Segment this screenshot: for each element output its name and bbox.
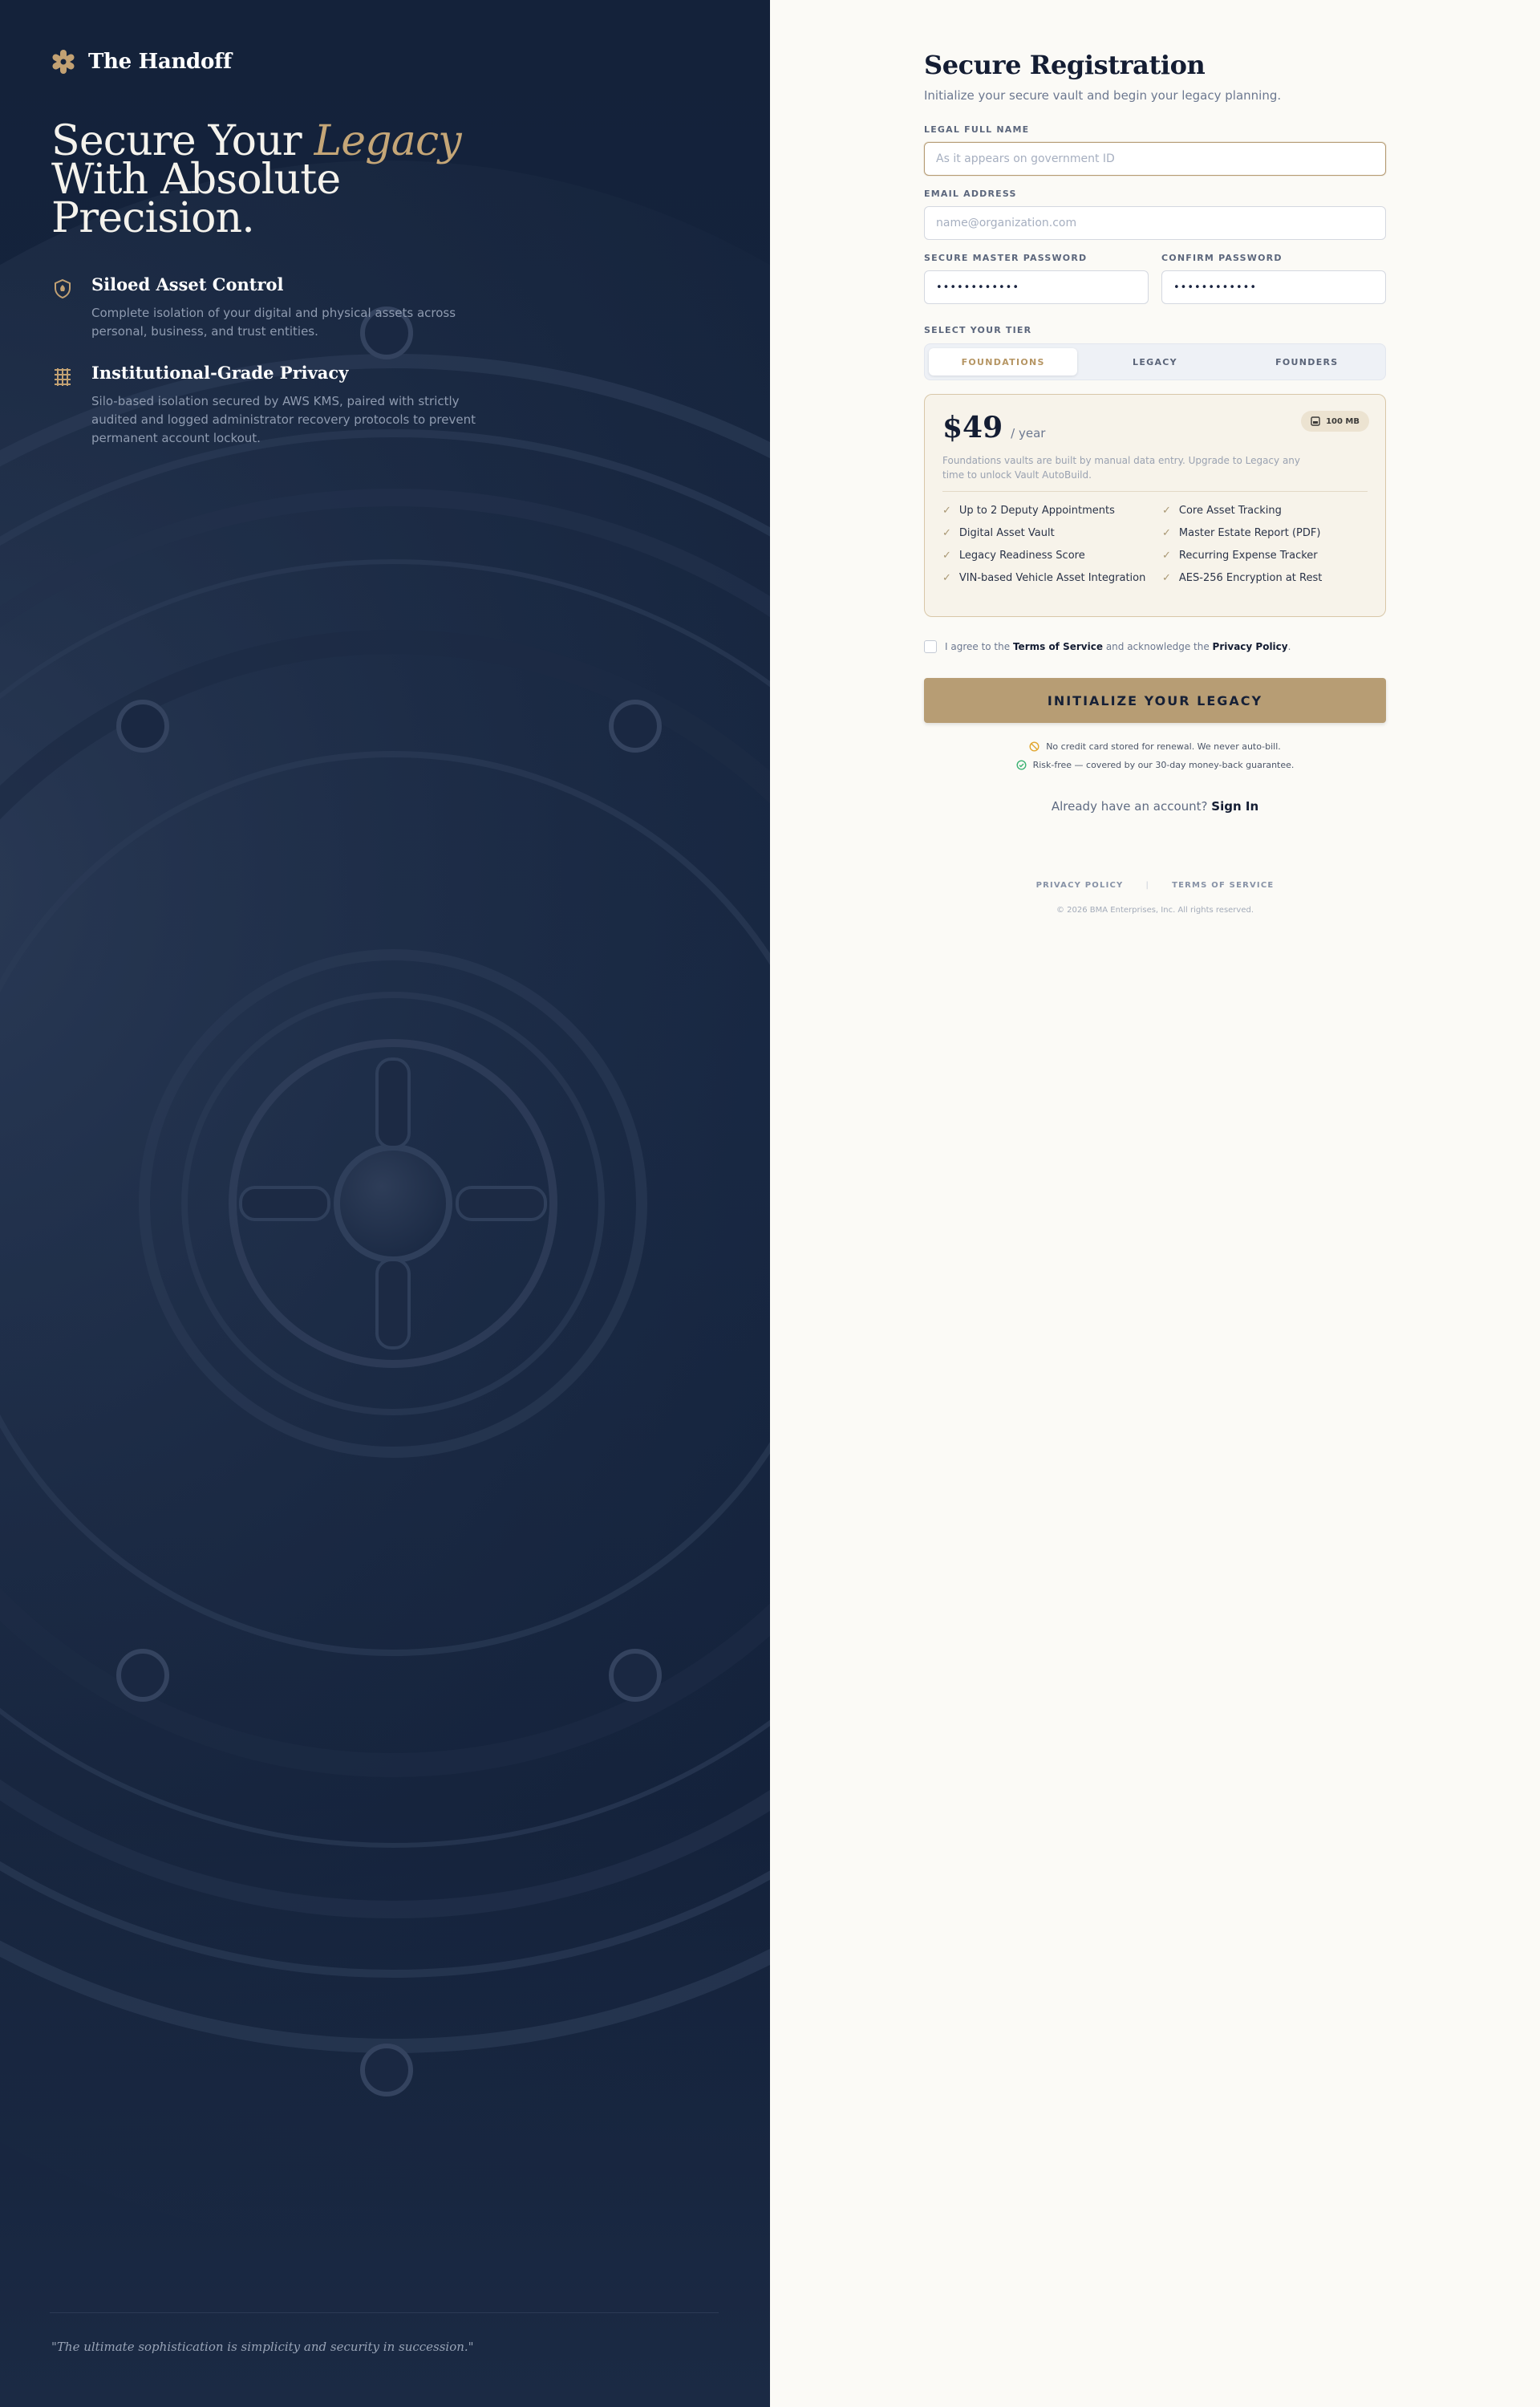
- initialize-legacy-button[interactable]: INITIALIZE YOUR LEGACY: [924, 678, 1386, 723]
- feature-text: Recurring Expense Tracker: [1178, 550, 1318, 562]
- hero-line-3: Precision.: [51, 194, 255, 242]
- storage-icon: [1311, 416, 1320, 426]
- agree-prefix: I agree to the: [945, 641, 1011, 652]
- check-circle-icon: [1016, 760, 1027, 770]
- copyright: © 2026 BMA Enterprises, Inc. All rights …: [1056, 906, 1254, 915]
- tier-selector: FOUNDATIONS LEGACY FOUNDERS: [924, 343, 1386, 380]
- footer-links: PRIVACY POLICY | TERMS OF SERVICE: [924, 881, 1386, 890]
- terms-checkbox[interactable]: [924, 640, 937, 653]
- feature-text: Up to 2 Deputy Appointments: [958, 505, 1115, 517]
- feature-institutional-privacy: Institutional-Grade Privacy Silo-based i…: [51, 363, 500, 448]
- plan-price: $49: [942, 411, 1003, 444]
- confirm-password-group: Confirm Password: [1161, 249, 1386, 304]
- check-icon: ✓: [942, 550, 951, 562]
- check-icon: ✓: [942, 572, 951, 584]
- password-label: Secure Master Password: [924, 253, 1088, 263]
- tier-label: Select Your Tier: [924, 325, 1032, 335]
- shield-icon: [55, 278, 71, 299]
- check-icon: ✓: [942, 527, 951, 539]
- registration-form: Secure Registration Initialize your secu…: [924, 50, 1386, 915]
- password-input[interactable]: [924, 270, 1149, 304]
- no-autobill-note: No credit card stored for renewal. We ne…: [924, 741, 1386, 752]
- feature-text: AES-256 Encryption at Rest: [1178, 572, 1323, 584]
- feature-text: Core Asset Tracking: [1178, 505, 1282, 517]
- plan-card: $49 / year 100 MB Foundations vaults are…: [924, 394, 1386, 617]
- list-item: ✓ AES-256 Encryption at Rest: [1162, 571, 1368, 586]
- page-title: Secure Registration: [924, 50, 1206, 80]
- note-text: Risk-free — covered by our 30-day money-…: [1032, 760, 1295, 770]
- privacy-link[interactable]: Privacy Policy: [1213, 641, 1288, 652]
- guarantee-note: Risk-free — covered by our 30-day money-…: [924, 760, 1386, 770]
- feature-text: Legacy Readiness Score: [958, 550, 1085, 562]
- quote: "The ultimate sophistication is simplici…: [51, 2340, 474, 2354]
- tab-foundations[interactable]: FOUNDATIONS: [929, 348, 1078, 375]
- note-text: No credit card stored for renewal. We ne…: [1046, 741, 1281, 752]
- feature-text: Master Estate Report (PDF): [1178, 527, 1321, 539]
- terms-link[interactable]: Terms of Service: [1013, 641, 1103, 652]
- hero-panel: The Handoff Secure Your Legacy With Abso…: [0, 0, 770, 2407]
- check-icon: ✓: [1162, 550, 1171, 562]
- plan-period: / year: [1011, 426, 1046, 440]
- list-item: ✓ VIN-based Vehicle Asset Integration: [942, 571, 1162, 586]
- list-item: ✓ Master Estate Report (PDF): [1162, 526, 1368, 541]
- legal-name-group: Legal Full Name: [924, 120, 1386, 176]
- divider: [50, 2312, 719, 2313]
- footer-terms-link[interactable]: TERMS OF SERVICE: [1172, 881, 1274, 890]
- list-item: ✓ Legacy Readiness Score: [942, 549, 1162, 563]
- check-icon: ✓: [1162, 505, 1171, 517]
- registration-panel: Secure Registration Initialize your secu…: [770, 0, 1540, 2407]
- check-icon: ✓: [1162, 572, 1171, 584]
- tab-founders[interactable]: FOUNDERS: [1233, 348, 1381, 375]
- footer-separator: |: [1145, 881, 1150, 890]
- agree-text: I agree to the Terms of Service and ackn…: [945, 641, 1291, 652]
- brand-name: The Handoff: [88, 50, 232, 74]
- feature-siloed-asset-control: Siloed Asset Control Complete isolation …: [51, 274, 500, 341]
- storage-amount: 100 MB: [1326, 416, 1360, 426]
- feature-description: Silo-based isolation secured by AWS KMS,…: [91, 394, 476, 445]
- legal-name-label: Legal Full Name: [924, 124, 1030, 135]
- brand-logo[interactable]: The Handoff: [51, 50, 232, 74]
- grid-lock-icon: [55, 368, 71, 386]
- agree-middle: and acknowledge the: [1105, 641, 1210, 652]
- check-icon: ✓: [942, 505, 951, 517]
- list-item: ✓ Core Asset Tracking: [1162, 504, 1368, 518]
- list-item: ✓ Digital Asset Vault: [942, 526, 1162, 541]
- list-item: ✓ Recurring Expense Tracker: [1162, 549, 1368, 563]
- confirm-password-label: Confirm Password: [1161, 253, 1283, 263]
- page-subtitle: Initialize your secure vault and begin y…: [924, 88, 1282, 103]
- signin-link[interactable]: Sign In: [1211, 799, 1258, 814]
- no-card-icon: [1029, 741, 1040, 752]
- email-label: Email Address: [924, 189, 1017, 199]
- asterisk-logo-icon: [52, 50, 75, 74]
- signin-prompt: Already have an account? Sign In: [924, 799, 1386, 814]
- feature-title: Institutional-Grade Privacy: [91, 363, 349, 383]
- confirm-password-input[interactable]: [1161, 270, 1386, 304]
- vault-door-illustration: [0, 160, 770, 2247]
- password-group: Secure Master Password: [924, 249, 1149, 304]
- agree-suffix: .: [1287, 641, 1291, 652]
- email-input[interactable]: [924, 206, 1386, 240]
- plan-feature-list: ✓ Up to 2 Deputy Appointments ✓ Core Asset…: [942, 504, 1368, 586]
- feature-text: VIN-based Vehicle Asset Integration: [958, 572, 1146, 584]
- check-icon: ✓: [1162, 527, 1171, 539]
- hero-headline: Secure Your Legacy With Absolute Precisi…: [51, 120, 468, 239]
- footer-privacy-link[interactable]: PRIVACY POLICY: [1036, 881, 1124, 890]
- list-item: ✓ Up to 2 Deputy Appointments: [942, 504, 1162, 518]
- feature-description: Complete isolation of your digital and p…: [91, 306, 456, 339]
- feature-title: Siloed Asset Control: [91, 274, 284, 294]
- storage-badge: 100 MB: [1301, 411, 1369, 432]
- terms-agreement: I agree to the Terms of Service and ackn…: [924, 640, 1291, 653]
- price-row: $49 / year: [942, 411, 1045, 444]
- feature-text: Digital Asset Vault: [958, 527, 1055, 539]
- legal-name-input[interactable]: [924, 142, 1386, 176]
- plan-description: Foundations vaults are built by manual d…: [942, 455, 1301, 481]
- email-group: Email Address: [924, 185, 1386, 240]
- divider: [942, 491, 1368, 492]
- signin-text: Already have an account?: [1051, 799, 1208, 814]
- tab-legacy[interactable]: LEGACY: [1080, 348, 1229, 375]
